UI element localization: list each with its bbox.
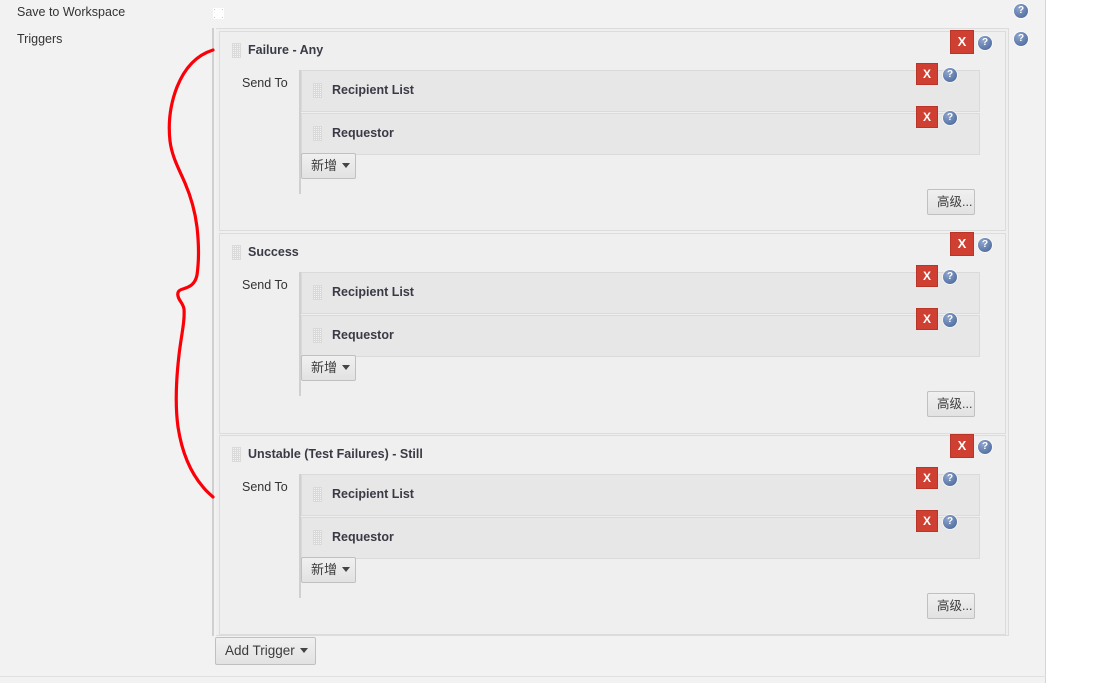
triggers-panel: Failure - Any Send To Recipient List X R… [216,28,1009,636]
recipient-name: Requestor [332,530,394,544]
recipient-row: Requestor [301,315,980,357]
help-icon [1014,3,1028,18]
footer-divider [0,676,1046,677]
drag-handle-icon[interactable] [232,43,241,58]
send-to-label: Send To [242,76,288,90]
recipient-row: Recipient List [301,272,980,314]
trigger-title: Unstable (Test Failures) - Still [248,447,423,461]
config-page: Save to Workspace Triggers Failure - Any… [0,0,1046,683]
save-to-workspace-checkbox[interactable] [213,8,224,19]
help-icon-trigger[interactable] [978,439,992,454]
drag-handle-icon[interactable] [313,126,322,141]
drag-handle-icon[interactable] [313,328,322,343]
recipient-name: Recipient List [332,487,414,501]
field-label-save-to-workspace: Save to Workspace [17,5,126,19]
send-to-label: Send To [242,278,288,292]
add-recipient-label: 新增 [311,562,338,577]
send-to-label: Send To [242,480,288,494]
add-recipient-button[interactable]: 新增 [301,557,356,583]
drag-handle-icon[interactable] [313,83,322,98]
recipient-name: Requestor [332,328,394,342]
help-icon-recipient[interactable] [943,110,957,125]
delete-trigger-button[interactable]: X [950,232,974,256]
delete-trigger-button[interactable]: X [950,30,974,54]
delete-trigger-button[interactable]: X [950,434,974,458]
add-recipient-button[interactable]: 新增 [301,355,356,381]
help-icon-recipient[interactable] [943,514,957,529]
trigger-title: Failure - Any [248,43,324,57]
add-recipient-button[interactable]: 新增 [301,153,356,179]
trigger-block: Failure - Any Send To Recipient List X R… [219,30,1006,231]
drag-handle-icon[interactable] [232,447,241,462]
chevron-down-icon [342,163,351,169]
help-icon [1014,31,1028,46]
recipient-name: Recipient List [332,285,414,299]
advanced-button[interactable]: 高级... [927,593,975,619]
page-outside-area [1047,0,1111,683]
trigger-block: Success Send To Recipient List X Request… [219,232,1006,434]
delete-recipient-button[interactable]: X [916,63,938,85]
delete-recipient-button[interactable]: X [916,106,938,128]
field-label-triggers: Triggers [17,32,63,46]
recipient-row: Recipient List [301,70,980,112]
triggers-container: Failure - Any Send To Recipient List X R… [212,28,1009,636]
help-icon-trigger[interactable] [978,237,992,252]
trigger-title: Success [248,245,299,259]
chevron-down-icon [342,365,351,371]
drag-handle-icon[interactable] [313,530,322,545]
help-icon-recipient[interactable] [943,67,957,82]
recipient-name: Recipient List [332,83,414,97]
help-icon-recipient[interactable] [943,269,957,284]
delete-recipient-button[interactable]: X [916,265,938,287]
delete-recipient-button[interactable]: X [916,510,938,532]
recipient-row: Requestor [301,113,980,155]
advanced-button[interactable]: 高级... [927,189,975,215]
chevron-down-icon [299,647,308,653]
delete-recipient-button[interactable]: X [916,467,938,489]
help-icon-triggers[interactable] [1014,31,1028,46]
recipient-row: Requestor [301,517,980,559]
drag-handle-icon[interactable] [232,245,241,260]
add-trigger-label: Add Trigger [225,643,295,658]
help-icon-trigger[interactable] [978,35,992,50]
advanced-button[interactable]: 高级... [927,391,975,417]
recipient-name: Requestor [332,126,394,140]
recipient-row: Recipient List [301,474,980,516]
help-icon-recipient[interactable] [943,312,957,327]
help-icon-save-to-workspace[interactable] [1014,3,1028,18]
add-recipient-label: 新增 [311,158,338,173]
drag-handle-icon[interactable] [313,285,322,300]
add-recipient-label: 新增 [311,360,338,375]
add-trigger-button[interactable]: Add Trigger [215,637,316,665]
drag-handle-icon[interactable] [313,487,322,502]
trigger-block: Unstable (Test Failures) - Still Send To… [219,434,1006,635]
chevron-down-icon [342,567,351,573]
help-icon-recipient[interactable] [943,471,957,486]
delete-recipient-button[interactable]: X [916,308,938,330]
